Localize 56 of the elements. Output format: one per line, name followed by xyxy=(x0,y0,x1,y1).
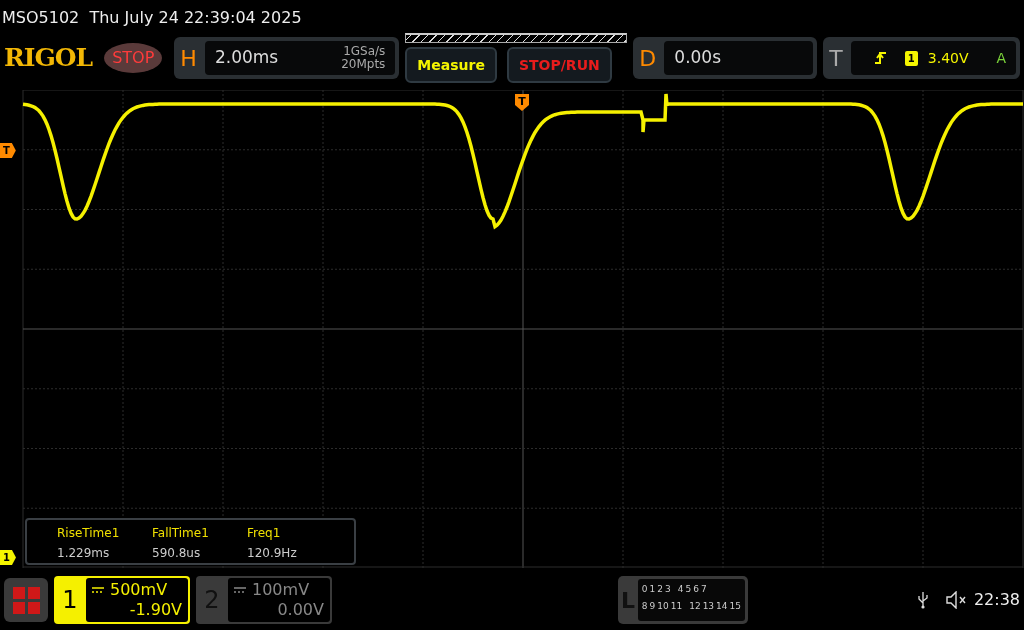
measurement-label: RiseTime1 xyxy=(57,525,121,542)
clock-time: 22:38 xyxy=(973,589,1020,611)
run-state-indicator: STOP xyxy=(104,43,163,73)
usb-icon xyxy=(917,591,928,609)
logic-channel-number: 7 xyxy=(700,583,707,596)
channel-scale: 500mV xyxy=(110,580,168,600)
delay-value: 0.00s xyxy=(674,46,722,70)
memory-depth: 20Mpts xyxy=(341,58,386,71)
logic-channel-number: 14 xyxy=(716,599,728,613)
sample-rate: 1GSa/s xyxy=(342,45,386,58)
status-line: MSO5102 Thu July 24 22:39:04 2025 xyxy=(1,7,303,29)
logic-channel-number: 8 xyxy=(641,599,648,613)
trigger-mode: A xyxy=(996,48,1006,68)
measurement-value: 590.8us xyxy=(152,545,202,562)
trigger-position-marker[interactable]: T xyxy=(515,94,529,111)
logic-channel-number: 5 xyxy=(685,583,692,596)
measurement-value: 1.229ms xyxy=(57,545,111,562)
logic-channel-number: 9 xyxy=(649,599,656,613)
measurement-label: FallTime1 xyxy=(152,525,210,542)
speaker-muted-icon xyxy=(945,591,968,609)
rising-edge-icon xyxy=(874,51,887,65)
trigger-level-marker[interactable]: T xyxy=(0,143,16,158)
logic-channel-number: 2 xyxy=(657,583,663,596)
logic-channel-number: 4 xyxy=(677,583,684,596)
dc-coupling-icon xyxy=(92,587,104,593)
toolbar-button[interactable]: STOP/RUN xyxy=(506,47,612,83)
channel-number: 1 xyxy=(61,585,79,616)
horizontal-panel[interactable]: H 2.00ms 1GSa/s 20Mpts xyxy=(174,37,400,79)
trigger-panel[interactable]: T 1 3.40V A xyxy=(823,37,1020,79)
measurement-value: 120.9Hz xyxy=(247,545,298,562)
channel-marker[interactable]: 1 xyxy=(0,550,16,565)
dc-coupling-icon xyxy=(234,587,246,593)
logic-channel-number: 6 xyxy=(693,583,699,596)
logic-channel-number: 15 xyxy=(729,599,741,613)
logic-channel-number: 12 xyxy=(689,599,701,613)
timebase-value: 2.00ms xyxy=(214,46,279,70)
measurement-label: Freq1 xyxy=(247,525,282,542)
logic-channel-number: 0 xyxy=(641,583,648,596)
delay-panel[interactable]: D 0.00s xyxy=(633,37,818,79)
delay-label: D xyxy=(639,44,657,73)
trigger-source: 1 xyxy=(904,50,918,66)
channel-offset: -1.90V xyxy=(128,600,182,620)
channel-scale: 100mV xyxy=(252,580,310,600)
logic-channel-number: 1 xyxy=(649,583,656,596)
channel-offset: 0.00V xyxy=(276,600,324,620)
logic-channel-number: 13 xyxy=(702,599,715,613)
logic-channel-number: 10 xyxy=(657,599,669,613)
channel-panel[interactable]: 1 500mV -1.90V xyxy=(54,576,190,624)
trigger-level: 3.40V xyxy=(927,48,969,68)
menu-button[interactable] xyxy=(4,578,48,622)
toolbar-button[interactable]: Measure xyxy=(405,47,497,83)
logic-channel-number: 11 xyxy=(670,599,683,613)
logic-channel-number: 3 xyxy=(665,583,671,596)
horizontal-label: H xyxy=(180,44,197,73)
trigger-label: T xyxy=(829,44,843,73)
brand-logo: RIGOL xyxy=(4,42,93,75)
